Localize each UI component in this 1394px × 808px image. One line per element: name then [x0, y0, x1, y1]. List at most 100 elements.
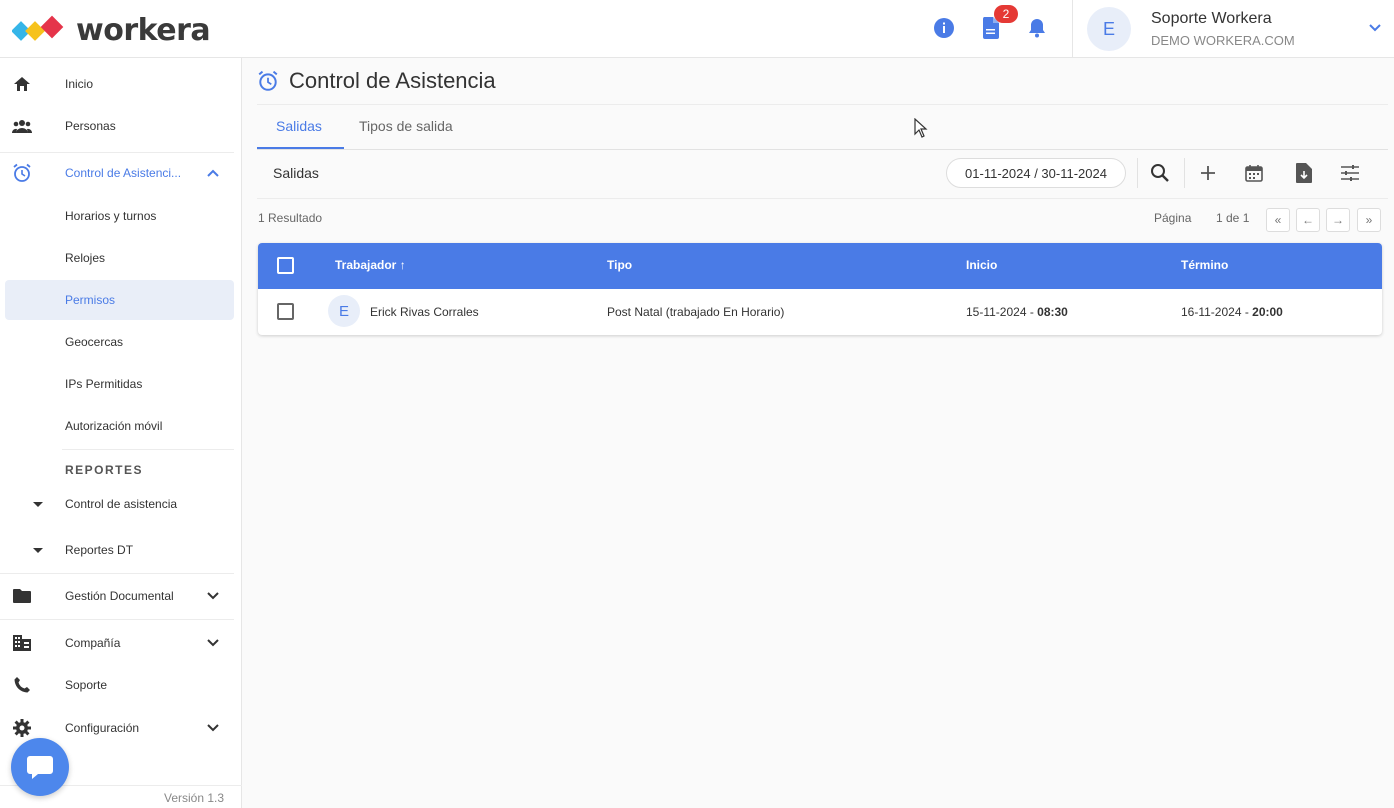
chat-support-button[interactable] [11, 738, 69, 796]
sidebar-item-label: IPs Permitidas [65, 377, 143, 391]
alarm-clock-icon [12, 163, 32, 183]
cell-end-time: 20:00 [1252, 305, 1283, 319]
logo-text: workera [76, 12, 211, 48]
sidebar-report-control-asistencia[interactable]: Control de asistencia [0, 484, 242, 524]
sidebar-item-control-asistencia[interactable]: Control de Asistenci... [0, 153, 242, 193]
phone-icon [12, 675, 32, 695]
filter-settings-icon[interactable] [1338, 161, 1362, 185]
sidebar-item-soporte[interactable]: Soporte [0, 665, 242, 705]
info-icon[interactable] [932, 16, 956, 40]
sidebar-item-label: Control de Asistenci... [65, 166, 182, 180]
gear-icon [12, 718, 32, 738]
sidebar-item-gestion-documental[interactable]: Gestión Documental [0, 576, 242, 616]
sidebar-item-label: Configuración [65, 721, 140, 735]
header-divider [1072, 0, 1073, 58]
sidebar-subitem-permisos[interactable]: Permisos [5, 280, 234, 320]
chevron-down-icon [206, 588, 222, 604]
sidebar-item-compania[interactable]: Compañía [0, 623, 242, 663]
sidebar-subitem-horarios[interactable]: Horarios y turnos [0, 196, 242, 236]
column-header-trabajador[interactable]: Trabajador ↑ [335, 258, 406, 272]
title-divider [257, 104, 1388, 105]
date-range-picker[interactable]: 01-11-2024 / 30-11-2024 [946, 158, 1126, 188]
app-version: Versión 1.3 [164, 791, 225, 805]
tabs-divider [257, 149, 1388, 150]
user-menu-chevron-icon[interactable] [1368, 20, 1382, 38]
home-icon [12, 74, 32, 94]
next-page-button[interactable]: → [1326, 208, 1350, 232]
cell-start: 15-11-2024 - 08:30 [966, 305, 1068, 319]
table-header: Trabajador ↑ Tipo Inicio Término [258, 243, 1382, 289]
sidebar-item-label: Autorización móvil [65, 419, 163, 433]
sidebar-item-label: Personas [65, 119, 116, 133]
cell-end: 16-11-2024 - 20:00 [1181, 305, 1283, 319]
cell-start-time: 08:30 [1037, 305, 1068, 319]
user-organization: DEMO WORKERA.COM [1151, 33, 1295, 48]
cell-type: Post Natal (trabajado En Horario) [607, 305, 785, 319]
cell-worker: Erick Rivas Corrales [370, 305, 479, 319]
sidebar-divider [0, 573, 234, 574]
caret-down-icon [33, 501, 43, 507]
sidebar-item-label: Reportes DT [65, 543, 134, 557]
toolbar-title: Salidas [273, 165, 319, 181]
toolbar-divider-line [257, 198, 1388, 199]
page-title: Control de Asistencia [289, 68, 496, 93]
sidebar-divider [62, 449, 234, 450]
chevron-up-icon [206, 165, 222, 181]
results-count: 1 Resultado [258, 211, 323, 225]
sidebar-report-dt[interactable]: Reportes DT [0, 530, 242, 570]
toolbar-divider [1184, 158, 1185, 188]
bell-icon[interactable] [1025, 16, 1049, 40]
sort-arrow-icon: ↑ [399, 258, 406, 272]
user-avatar[interactable]: E [1087, 7, 1131, 51]
tab-tipos-de-salida[interactable]: Tipos de salida [359, 118, 453, 134]
workera-logo[interactable]: workera [12, 10, 211, 50]
building-icon [12, 633, 32, 653]
sidebar-item-personas[interactable]: Personas [0, 106, 242, 146]
sidebar-item-label: Inicio [65, 77, 94, 91]
select-all-checkbox[interactable] [277, 257, 294, 274]
salidas-table: Trabajador ↑ Tipo Inicio Término E Erick… [258, 243, 1382, 335]
last-page-button[interactable]: » [1357, 208, 1381, 232]
add-icon[interactable] [1196, 161, 1220, 185]
sidebar-subitem-relojes[interactable]: Relojes [0, 238, 242, 278]
chevron-down-icon [206, 720, 222, 736]
sidebar-item-inicio[interactable]: Inicio [0, 64, 242, 104]
sidebar-subitem-autorizacion[interactable]: Autorización móvil [0, 406, 242, 446]
row-checkbox[interactable] [277, 303, 294, 320]
first-page-button[interactable]: « [1266, 208, 1290, 232]
cell-end-date: 16-11-2024 - [1181, 305, 1253, 319]
column-header-tipo[interactable]: Tipo [607, 258, 632, 272]
cell-start-date: 15-11-2024 - [966, 305, 1038, 319]
people-icon [12, 116, 32, 136]
search-icon[interactable] [1148, 161, 1172, 185]
pagination-label: Página [1154, 211, 1192, 225]
sidebar-item-label: Gestión Documental [65, 589, 174, 603]
previous-page-button[interactable]: ← [1296, 208, 1320, 232]
sidebar-item-label: Soporte [65, 678, 108, 692]
sidebar-item-label: Permisos [65, 293, 116, 307]
logo-mark-icon [12, 15, 64, 41]
toolbar-divider [1137, 158, 1138, 188]
sidebar-item-label: Relojes [65, 251, 106, 265]
avatar: E [328, 295, 360, 327]
calendar-icon[interactable] [1242, 161, 1266, 185]
sidebar-divider [0, 619, 234, 620]
top-header: workera 2 E Soporte Workera DEMO WORKERA… [0, 0, 1394, 58]
chevron-down-icon [206, 635, 222, 651]
sidebar-subitem-geocercas[interactable]: Geocercas [0, 322, 242, 362]
sidebar-item-label: Control de asistencia [65, 497, 178, 511]
user-name: Soporte Workera [1151, 10, 1272, 27]
pagination-value: 1 de 1 [1216, 211, 1250, 225]
folder-icon [12, 586, 32, 606]
sidebar-subitem-ips[interactable]: IPs Permitidas [0, 364, 242, 404]
column-header-inicio[interactable]: Inicio [966, 258, 997, 272]
caret-down-icon [33, 547, 43, 553]
export-file-icon[interactable] [1292, 161, 1316, 185]
column-header-termino[interactable]: Término [1181, 258, 1228, 272]
tab-salidas[interactable]: Salidas [276, 118, 322, 134]
reports-section-title: REPORTES [65, 463, 144, 477]
page-header: Control de Asistencia [257, 68, 496, 94]
sidebar-item-label: Geocercas [65, 335, 124, 349]
notification-badge: 2 [994, 5, 1018, 23]
chat-bubble-icon [27, 756, 53, 779]
